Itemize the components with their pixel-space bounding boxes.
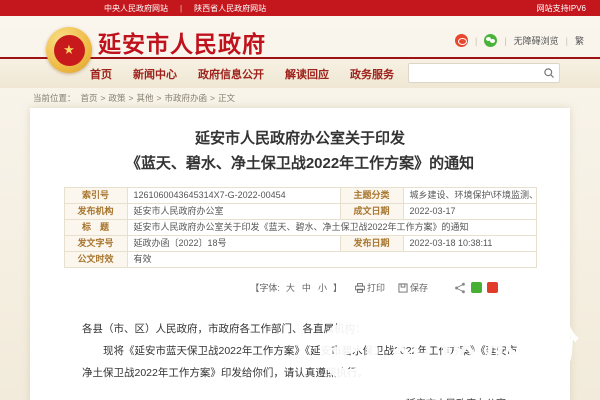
breadcrumb-current: 正文 <box>218 92 235 104</box>
save-label: 保存 <box>410 281 428 294</box>
weibo-share-icon[interactable] <box>487 282 498 293</box>
header-divider: | <box>475 36 477 46</box>
table-row: 发布机构 延安市人民政府办公室 成文日期 2022-03-17 <box>64 204 536 220</box>
font-size-small-button[interactable]: 小 <box>318 281 327 294</box>
body-paragraph-main: 现将《延安市蓝天保卫战2022年工作方案》《延安市碧水保卫战2022年工作方案》… <box>82 340 518 384</box>
print-button[interactable]: 打印 <box>355 281 385 294</box>
font-size-medium-button[interactable]: 中 <box>302 281 311 294</box>
nav-item-services[interactable]: 政务服务 <box>350 66 394 82</box>
breadcrumb-separator: > <box>129 93 134 103</box>
header-divider: | <box>566 36 568 46</box>
font-size-large-button[interactable]: 大 <box>286 281 295 294</box>
breadcrumb-separator: > <box>101 93 106 103</box>
meta-value-doc-no: 延政办函〔2022〕18号 <box>127 236 340 252</box>
meta-value-validity: 有效 <box>127 252 536 268</box>
wechat-icon[interactable] <box>484 34 497 47</box>
meta-label-index: 索引号 <box>64 188 127 204</box>
nav-item-news[interactable]: 新闻中心 <box>133 66 177 82</box>
national-emblem-inner: ★ <box>54 35 85 66</box>
meta-label-title: 标 题 <box>64 220 127 236</box>
share-icon[interactable] <box>454 282 466 294</box>
top-utility-bar: 中央人民政府网站 | 陕西省人民政府网站 网站支持IPV6 <box>0 0 600 16</box>
document-title: 延安市人民政府办公室关于印发 《蓝天、碧水、净土保卫战2022年工作方案》的通知 <box>30 126 570 176</box>
search-icon[interactable] <box>539 64 559 82</box>
search-input[interactable] <box>409 68 539 78</box>
breadcrumb-office-letters[interactable]: 市政府办函 <box>164 92 207 104</box>
meta-value-agency: 延安市人民政府办公室 <box>127 204 340 220</box>
national-emblem-icon: ★ <box>46 27 92 73</box>
breadcrumb-policy[interactable]: 政策 <box>109 92 126 104</box>
page: 中央人民政府网站 | 陕西省人民政府网站 网站支持IPV6 ★ 延安市人民政府 … <box>0 0 600 400</box>
body-paragraph-salutation: 各县（市、区）人民政府，市政府各工作部门、各直属机构： <box>82 318 518 340</box>
print-label: 打印 <box>367 281 385 294</box>
topbar-divider: | <box>180 4 182 13</box>
ipv6-badge: 网站支持IPV6 <box>537 3 586 14</box>
table-row: 发文字号 延政办函〔2022〕18号 发布日期 2022-03-18 10:38… <box>64 236 536 252</box>
breadcrumb-prefix: 当前位置： <box>33 92 76 104</box>
article-toolbar: 【字体: 大 中 小 】 打印 保存 <box>30 281 570 294</box>
font-size-suffix: 】 <box>333 281 342 294</box>
save-icon <box>398 283 408 293</box>
shaanxi-gov-link[interactable]: 陕西省人民政府网站 <box>194 3 266 14</box>
meta-label-agency: 发布机构 <box>64 204 127 220</box>
wechat-share-icon[interactable] <box>471 282 482 293</box>
breadcrumb-separator: > <box>210 93 215 103</box>
site-title[interactable]: 延安市人民政府 <box>98 25 266 59</box>
traditional-chinese-toggle[interactable]: 繁 <box>575 34 584 47</box>
weibo-icon[interactable] <box>455 34 468 47</box>
article-panel: 延安市人民政府办公室关于印发 《蓝天、碧水、净土保卫战2022年工作方案》的通知… <box>30 108 570 400</box>
breadcrumb-home[interactable]: 首页 <box>81 92 98 104</box>
printer-icon <box>355 283 365 293</box>
meta-label-pub-date: 发布日期 <box>340 236 403 252</box>
central-gov-link[interactable]: 中央人民政府网站 <box>104 3 168 14</box>
document-title-line2: 《蓝天、碧水、净土保卫战2022年工作方案》的通知 <box>30 151 570 176</box>
meta-value-title: 延安市人民政府办公室关于印发《蓝天、碧水、净土保卫战2022年工作方案》的通知 <box>127 220 536 236</box>
nav-item-interpretation[interactable]: 解读回应 <box>285 66 329 82</box>
breadcrumb: 当前位置： 首页 > 政策 > 其他 > 市政府办函 > 正文 <box>0 88 600 108</box>
meta-value-date-written: 2022-03-17 <box>403 204 536 220</box>
meta-label-date-written: 成文日期 <box>340 204 403 220</box>
accessibility-link[interactable]: 无障碍浏览 <box>514 34 559 47</box>
table-row: 标 题 延安市人民政府办公室关于印发《蓝天、碧水、净土保卫战2022年工作方案》… <box>64 220 536 236</box>
search-box <box>408 63 560 83</box>
main-nav: 首页 新闻中心 政府信息公开 解读回应 政务服务 走进延安 <box>0 59 600 88</box>
save-button[interactable]: 保存 <box>398 281 428 294</box>
meta-value-index: 1261060043645314X7-G-2022-00454 <box>127 188 340 204</box>
site-header: ★ 延安市人民政府 | | 无障碍浏览 | 繁 <box>0 16 600 57</box>
table-row: 索引号 1261060043645314X7-G-2022-00454 主题分类… <box>64 188 536 204</box>
meta-label-topic: 主题分类 <box>340 188 403 204</box>
header-utilities: | | 无障碍浏览 | 繁 <box>455 34 584 47</box>
document-title-line1: 延安市人民政府办公室关于印发 <box>30 126 570 151</box>
font-size-prefix: 【字体: <box>250 281 280 294</box>
header-divider: | <box>504 36 506 46</box>
document-signature: 延安市人民政府办公室 <box>94 395 506 400</box>
table-row: 公文时效 有效 <box>64 252 536 268</box>
meta-value-pub-date: 2022-03-18 10:38:11 <box>403 236 536 252</box>
meta-value-topic: 城乡建设、环境保护\环境监测、保护与治理 <box>403 188 536 204</box>
nav-item-info-disclosure[interactable]: 政府信息公开 <box>198 66 264 82</box>
nav-item-home[interactable]: 首页 <box>90 66 112 82</box>
breadcrumb-separator: > <box>157 93 162 103</box>
breadcrumb-other[interactable]: 其他 <box>136 92 153 104</box>
document-body: 各县（市、区）人民政府，市政府各工作部门、各直属机构： 现将《延安市蓝天保卫战2… <box>82 318 518 384</box>
meta-label-doc-no: 发文字号 <box>64 236 127 252</box>
meta-label-validity: 公文时效 <box>64 252 127 268</box>
document-meta-table: 索引号 1261060043645314X7-G-2022-00454 主题分类… <box>64 187 537 268</box>
